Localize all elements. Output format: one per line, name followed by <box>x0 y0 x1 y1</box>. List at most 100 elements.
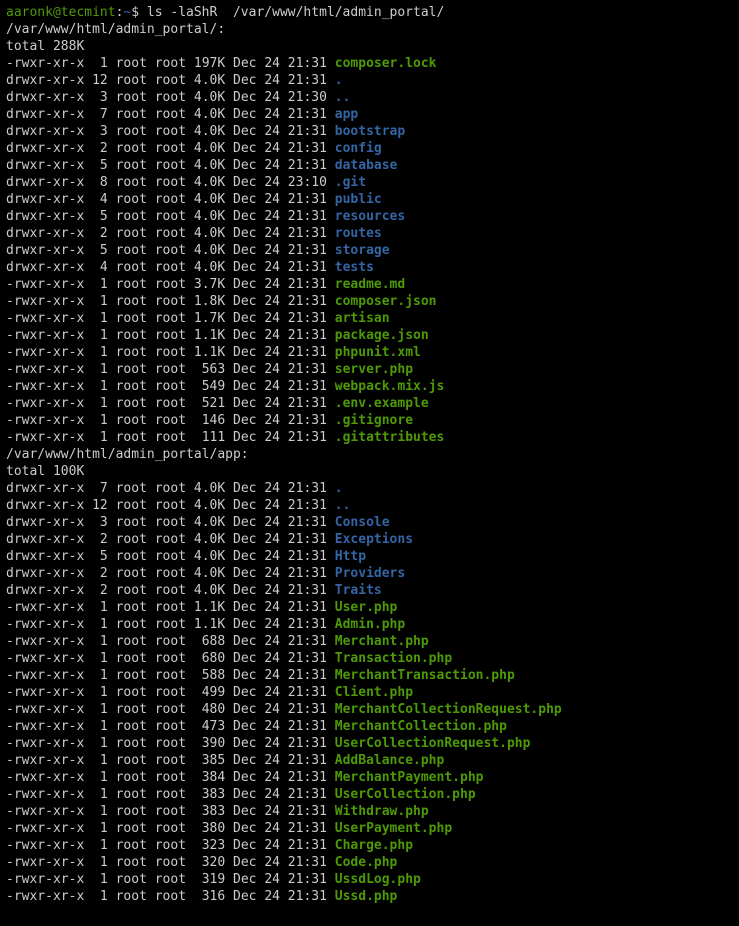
file-size: 111 <box>194 430 225 445</box>
file-date: Dec 24 21:31 <box>233 243 327 258</box>
file-owner: root <box>116 311 147 326</box>
file-name: .gitignore <box>335 413 413 428</box>
file-owner: root <box>116 56 147 71</box>
terminal-line: -rwxr-xr-x 1 root root 383 Dec 24 21:31 … <box>6 786 733 803</box>
file-name: MerchantPayment.php <box>335 770 484 785</box>
file-links: 1 <box>92 872 108 887</box>
file-permissions: -rwxr-xr-x <box>6 651 84 666</box>
terminal-line: drwxr-xr-x 3 root root 4.0K Dec 24 21:31… <box>6 514 733 531</box>
file-group: root <box>155 719 186 734</box>
file-date: Dec 24 21:31 <box>233 515 327 530</box>
file-owner: root <box>116 226 147 241</box>
file-owner: root <box>116 838 147 853</box>
file-group: root <box>155 430 186 445</box>
file-owner: root <box>116 345 147 360</box>
file-size: 499 <box>194 685 225 700</box>
terminal-line: drwxr-xr-x 3 root root 4.0K Dec 24 21:31… <box>6 123 733 140</box>
file-permissions: -rwxr-xr-x <box>6 294 84 309</box>
file-date: Dec 24 21:31 <box>233 702 327 717</box>
file-owner: root <box>116 192 147 207</box>
file-owner: root <box>116 668 147 683</box>
terminal-line: -rwxr-xr-x 1 root root 390 Dec 24 21:31 … <box>6 735 733 752</box>
terminal-line: drwxr-xr-x 5 root root 4.0K Dec 24 21:31… <box>6 548 733 565</box>
file-size: 4.0K <box>194 260 225 275</box>
file-owner: root <box>116 532 147 547</box>
file-size: 521 <box>194 396 225 411</box>
file-size: 4.0K <box>194 90 225 105</box>
terminal-line: -rwxr-xr-x 1 root root 111 Dec 24 21:31 … <box>6 429 733 446</box>
terminal-line: -rwxr-xr-x 1 root root 688 Dec 24 21:31 … <box>6 633 733 650</box>
file-links: 1 <box>92 396 108 411</box>
file-group: root <box>155 124 186 139</box>
file-group: root <box>155 175 186 190</box>
file-name: package.json <box>335 328 429 343</box>
file-links: 1 <box>92 56 108 71</box>
file-permissions: drwxr-xr-x <box>6 158 84 173</box>
file-owner: root <box>116 753 147 768</box>
file-name: MerchantCollectionRequest.php <box>335 702 562 717</box>
file-owner: root <box>116 294 147 309</box>
terminal-line: -rwxr-xr-x 1 root root 384 Dec 24 21:31 … <box>6 769 733 786</box>
file-links: 1 <box>92 855 108 870</box>
file-size: 146 <box>194 413 225 428</box>
terminal-line: /var/www/html/admin_portal/app: <box>6 446 733 463</box>
file-date: Dec 24 21:31 <box>233 668 327 683</box>
file-name: Code.php <box>335 855 398 870</box>
file-group: root <box>155 838 186 853</box>
file-date: Dec 24 21:31 <box>233 838 327 853</box>
terminal-line: -rwxr-xr-x 1 root root 499 Dec 24 21:31 … <box>6 684 733 701</box>
file-date: Dec 24 21:31 <box>233 362 327 377</box>
file-group: root <box>155 90 186 105</box>
terminal-line: -rwxr-xr-x 1 root root 1.1K Dec 24 21:31… <box>6 344 733 361</box>
file-owner: root <box>116 175 147 190</box>
file-owner: root <box>116 379 147 394</box>
file-name: Client.php <box>335 685 413 700</box>
file-group: root <box>155 515 186 530</box>
terminal-line: drwxr-xr-x 2 root root 4.0K Dec 24 21:31… <box>6 225 733 242</box>
terminal-line: drwxr-xr-x 12 root root 4.0K Dec 24 21:3… <box>6 72 733 89</box>
file-owner: root <box>116 719 147 734</box>
file-links: 1 <box>92 328 108 343</box>
terminal-line: aaronk@tecmint:~$ ls -laShR /var/www/htm… <box>6 4 733 21</box>
file-size: 4.0K <box>194 498 225 513</box>
file-size: 4.0K <box>194 107 225 122</box>
file-date: Dec 24 21:31 <box>233 73 327 88</box>
file-group: root <box>155 549 186 564</box>
file-owner: root <box>116 243 147 258</box>
file-permissions: -rwxr-xr-x <box>6 855 84 870</box>
terminal-line: drwxr-xr-x 7 root root 4.0K Dec 24 21:31… <box>6 480 733 497</box>
file-date: Dec 24 21:31 <box>233 549 327 564</box>
file-date: Dec 24 21:31 <box>233 787 327 802</box>
file-group: root <box>155 311 186 326</box>
terminal-line: -rwxr-xr-x 1 root root 1.8K Dec 24 21:31… <box>6 293 733 310</box>
file-owner: root <box>116 430 147 445</box>
file-name: Admin.php <box>335 617 405 632</box>
file-owner: root <box>116 260 147 275</box>
file-links: 1 <box>92 770 108 785</box>
section-header: /var/www/html/admin_portal/app: <box>6 447 249 462</box>
file-permissions: -rwxr-xr-x <box>6 821 84 836</box>
terminal-line: drwxr-xr-x 7 root root 4.0K Dec 24 21:31… <box>6 106 733 123</box>
file-date: Dec 24 21:31 <box>233 481 327 496</box>
file-size: 4.0K <box>194 583 225 598</box>
file-permissions: -rwxr-xr-x <box>6 685 84 700</box>
file-owner: root <box>116 702 147 717</box>
file-group: root <box>155 770 186 785</box>
file-owner: root <box>116 787 147 802</box>
file-links: 4 <box>92 260 108 275</box>
file-owner: root <box>116 158 147 173</box>
file-date: Dec 24 21:31 <box>233 379 327 394</box>
file-name: app <box>335 107 358 122</box>
section-total: total 100K <box>6 464 84 479</box>
file-name: .. <box>335 498 351 513</box>
file-size: 319 <box>194 872 225 887</box>
file-owner: root <box>116 277 147 292</box>
file-date: Dec 24 21:31 <box>233 821 327 836</box>
terminal-line: -rwxr-xr-x 1 root root 323 Dec 24 21:31 … <box>6 837 733 854</box>
file-owner: root <box>116 498 147 513</box>
file-group: root <box>155 787 186 802</box>
file-permissions: drwxr-xr-x <box>6 583 84 598</box>
file-size: 1.1K <box>194 600 225 615</box>
file-links: 2 <box>92 226 108 241</box>
file-permissions: drwxr-xr-x <box>6 192 84 207</box>
